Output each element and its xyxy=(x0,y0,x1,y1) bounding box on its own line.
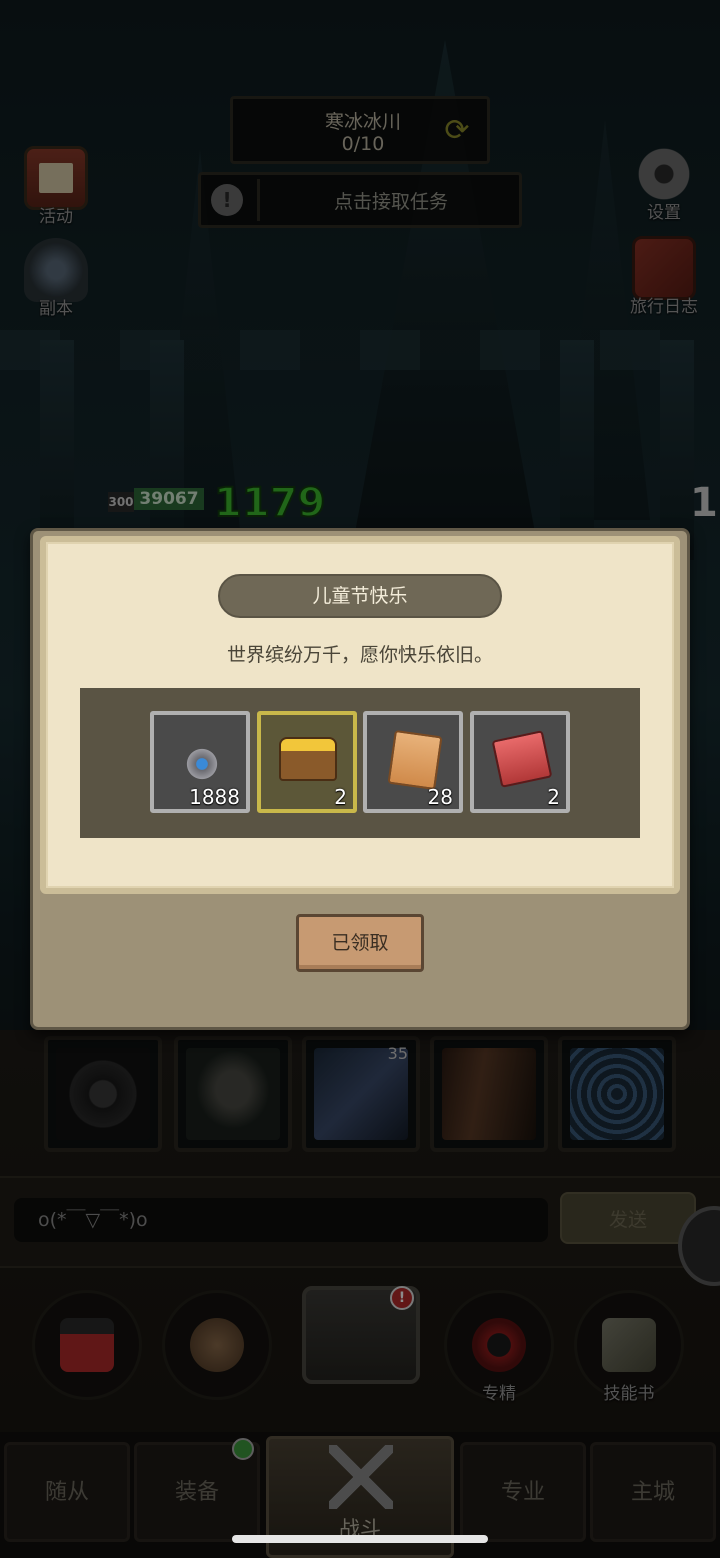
home-indicator xyxy=(232,1535,488,1543)
reward-item[interactable]: 28 xyxy=(363,711,463,813)
dialog-message: 世界缤纷万千，愿你快乐依旧。 xyxy=(226,644,493,666)
reward-quantity: 2 xyxy=(547,785,560,809)
dialog-title-banner: 儿童节快乐 xyxy=(218,574,502,618)
reward-item[interactable]: 2 xyxy=(470,711,570,813)
reward-quantity: 28 xyxy=(427,785,453,809)
reward-quantity: 1888 xyxy=(189,785,240,809)
blue-gem-icon xyxy=(184,747,220,781)
reward-item[interactable]: 1888 xyxy=(150,711,250,813)
claimed-button[interactable]: 已领取 xyxy=(296,914,424,972)
reward-item[interactable]: 2 xyxy=(257,711,357,813)
scroll-icon xyxy=(387,729,443,791)
dialog-title: 儿童节快乐 xyxy=(312,585,408,607)
reward-quantity: 2 xyxy=(334,785,347,809)
treasure-chest-icon xyxy=(279,737,337,781)
red-scroll-icon xyxy=(491,730,553,788)
game-screen: 寒冰冰川 0/10 ⟳ ! 点击接取任务 活动 副本 设置 旅行日志 300 3… xyxy=(0,0,720,1558)
